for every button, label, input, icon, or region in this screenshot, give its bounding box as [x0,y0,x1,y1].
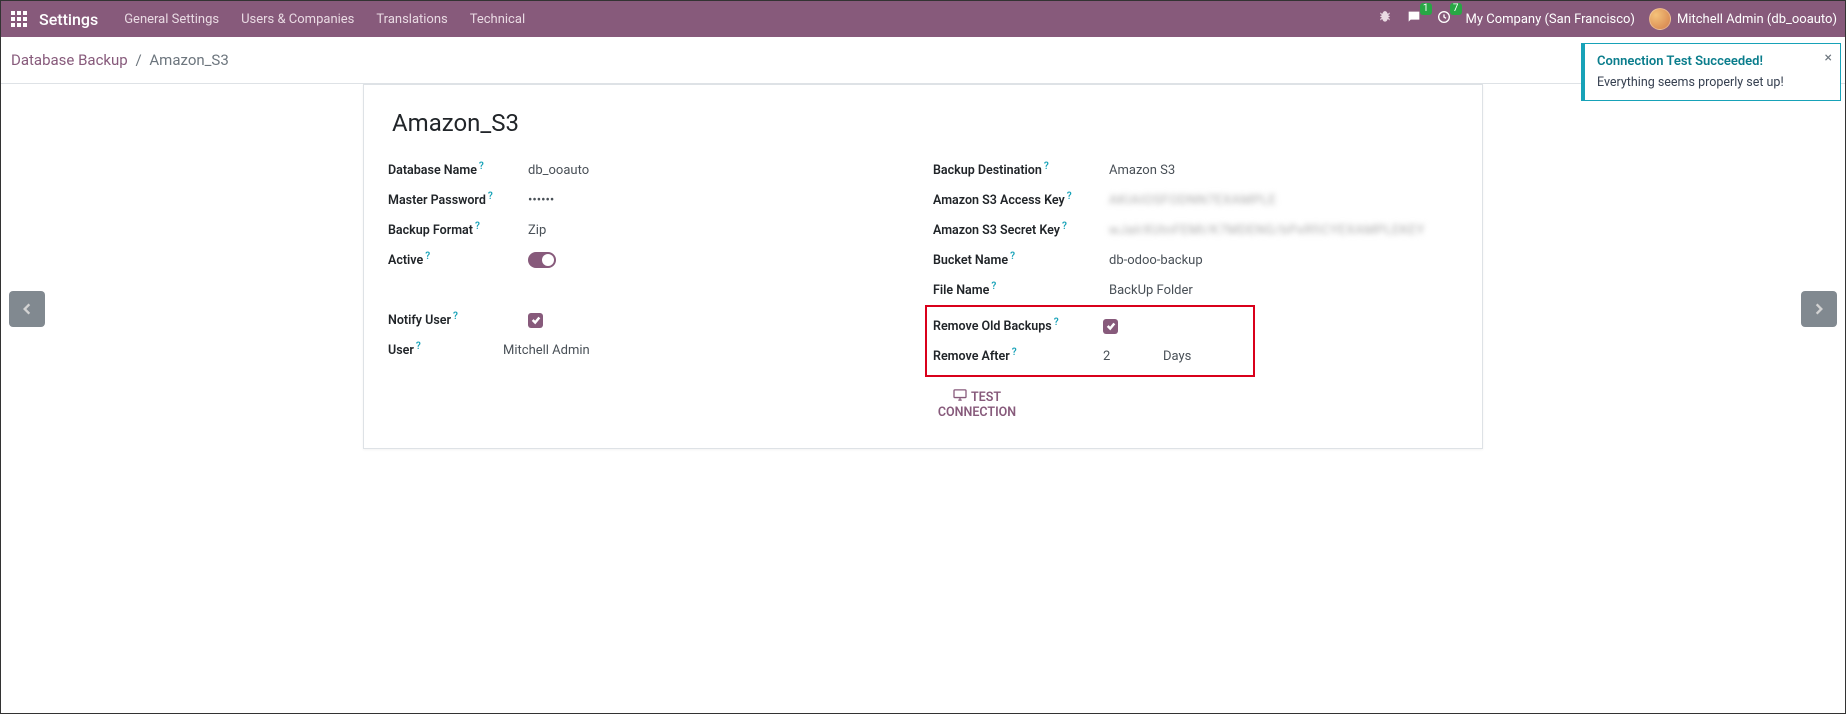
label-file: File Name? [933,281,1109,298]
user-name: Mitchell Admin (db_ooauto) [1677,12,1837,27]
apps-icon[interactable] [9,9,29,29]
label-secret-key: Amazon S3 Secret Key? [933,221,1109,238]
checkbox-remove-old[interactable] [1103,319,1118,334]
close-icon[interactable]: × [1825,50,1832,66]
breadcrumb-current: Amazon_S3 [149,51,228,69]
help-icon[interactable]: ? [1044,161,1049,172]
help-icon[interactable]: ? [1062,221,1067,232]
help-icon[interactable]: ? [425,251,430,262]
label-db-name: Database Name? [388,161,528,178]
help-icon[interactable]: ? [475,221,480,232]
value-remove-after-unit: Days [1163,349,1191,364]
test-connection-button[interactable]: TEST CONNECTION [917,389,1037,420]
help-icon[interactable]: ? [1012,347,1017,358]
user-menu[interactable]: Mitchell Admin (db_ooauto) [1649,8,1837,30]
breadcrumb-sep: / [135,51,141,69]
next-record-button[interactable] [1801,291,1837,327]
toast-body: Everything seems properly set up! [1597,75,1828,90]
label-backup-fmt: Backup Format? [388,221,528,238]
help-icon[interactable]: ? [1010,251,1015,262]
topbar-right: 1 7 My Company (San Francisco) Mitchell … [1378,8,1837,30]
help-icon[interactable]: ? [991,281,996,292]
value-dest: Amazon S3 [1109,163,1175,178]
value-secret-key: wJalrXUtnFEMI/K7MDENG/bPxRfiCYEXAMPLEKEY [1109,223,1425,238]
activity-badge: 7 [1450,3,1462,15]
label-remove-after: Remove After? [933,347,1103,364]
label-bucket: Bucket Name? [933,251,1109,268]
help-icon[interactable]: ? [416,341,421,352]
chat-icon[interactable]: 1 [1406,9,1422,29]
value-file: BackUp Folder [1109,283,1193,298]
company-selector[interactable]: My Company (San Francisco) [1466,12,1635,27]
help-icon[interactable]: ? [479,161,484,172]
help-icon[interactable]: ? [488,191,493,202]
avatar [1649,8,1671,30]
label-access-key: Amazon S3 Access Key? [933,191,1109,208]
activity-icon[interactable]: 7 [1436,9,1452,29]
label-user: User? [388,341,528,358]
topbar-menu: General Settings Users & Companies Trans… [124,12,525,27]
value-access-key: AKIAIOSFODNN7EXAMPLE [1109,193,1276,208]
label-active: Active? [388,251,528,268]
value-db-name: db_ooauto [528,163,589,178]
module-title[interactable]: Settings [39,10,98,29]
value-master-pw: •••••• [528,193,554,208]
help-icon[interactable]: ? [1067,191,1072,202]
page-title: Amazon_S3 [388,109,1458,137]
toggle-active[interactable] [528,252,556,268]
chat-badge: 1 [1420,3,1432,15]
label-remove-old: Remove Old Backups? [933,317,1103,334]
value-remove-after: 2 [1103,349,1163,364]
menu-translations[interactable]: Translations [376,12,447,27]
menu-general-settings[interactable]: General Settings [124,12,219,27]
prev-record-button[interactable] [9,291,45,327]
menu-users-companies[interactable]: Users & Companies [241,12,354,27]
label-dest: Backup Destination? [933,161,1109,178]
label-master-pw: Master Password? [388,191,528,208]
checkbox-notify[interactable] [528,313,543,328]
form-col-left: Database Name? db_ooauto Master Password… [388,155,913,420]
topbar: Settings General Settings Users & Compan… [1,1,1845,37]
toast-title: Connection Test Succeeded! [1597,54,1828,69]
monitor-icon [953,389,967,405]
breadcrumb-root[interactable]: Database Backup [11,51,128,69]
breadcrumb: Database Backup / Amazon_S3 [1,37,1845,84]
form-card: Amazon_S3 Database Name? db_ooauto Maste… [363,84,1483,449]
form-col-right: Backup Destination? Amazon S3 Amazon S3 … [933,155,1458,420]
toast-notification: × Connection Test Succeeded! Everything … [1581,43,1841,101]
bug-icon[interactable] [1378,10,1392,28]
highlight-box: Remove Old Backups? Remove After? 2 Days [925,305,1255,377]
menu-technical[interactable]: Technical [470,12,525,27]
value-bucket: db-odoo-backup [1109,253,1203,268]
help-icon[interactable]: ? [1054,317,1059,328]
help-icon[interactable]: ? [453,311,458,322]
label-notify: Notify User? [388,311,528,328]
topbar-left: Settings General Settings Users & Compan… [9,9,525,29]
value-backup-fmt: Zip [528,223,546,238]
